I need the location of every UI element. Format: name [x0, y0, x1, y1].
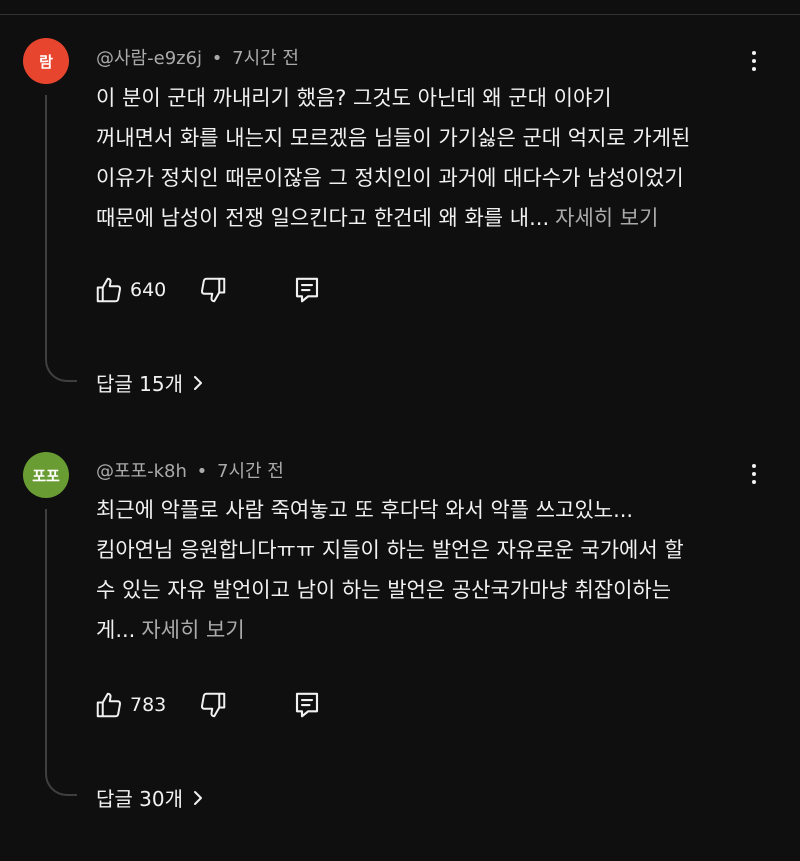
- comment-line: 게...: [96, 618, 136, 642]
- thumbs-down-icon: [201, 692, 226, 718]
- avatar-initial: 람: [39, 52, 53, 71]
- dislike-button[interactable]: [198, 690, 228, 720]
- author-handle[interactable]: @포포-k8h: [96, 461, 187, 482]
- chevron-right-icon: [194, 790, 203, 805]
- comment-actions: 783: [94, 688, 322, 722]
- comment-line: 킴아연님 응원합니다ㅠㅠ 지들이 하는 발언은 자유로운 국가에서 할: [96, 538, 684, 562]
- avatar[interactable]: 람: [23, 38, 69, 84]
- comment-reply-icon: [296, 277, 319, 303]
- comment-line: 최근에 악플로 사람 죽여놓고 또 후다닥 와서 악플 쓰고있노...: [96, 498, 634, 522]
- thumbs-down-icon: [201, 277, 226, 303]
- dislike-button[interactable]: [198, 275, 228, 305]
- read-more-link[interactable]: 자세히 보기: [555, 206, 658, 230]
- comment-line: 이 분이 군대 까내리기 했음? 그것도 아닌데 왜 군대 이야기: [96, 86, 612, 110]
- like-button[interactable]: 783: [94, 690, 166, 720]
- avatar[interactable]: 포포: [23, 452, 69, 498]
- comment-line: 수 있는 자유 발언이고 남이 하는 발언은 공산국가마냥 취잡이하는: [96, 578, 672, 602]
- comment-line: 때문에 남성이 전쟁 일으킨다고 한건데 왜 화를 내...: [96, 206, 550, 230]
- thread-line: [45, 509, 77, 796]
- more-vertical-icon: [752, 464, 756, 468]
- comment-line-last: 게... 자세히 보기: [96, 610, 746, 650]
- like-count: 640: [130, 279, 167, 301]
- timestamp[interactable]: 7시간 전: [232, 48, 299, 69]
- view-replies-button[interactable]: 답글 30개: [96, 783, 205, 812]
- avatar-initial: 포포: [32, 466, 60, 485]
- more-options-button[interactable]: [744, 46, 764, 76]
- more-options-button[interactable]: [744, 459, 764, 489]
- comment-text: 최근에 악플로 사람 죽여놓고 또 후다닥 와서 악플 쓰고있노... 킴아연님…: [96, 490, 746, 650]
- more-vertical-icon: [752, 51, 756, 55]
- reply-button[interactable]: [292, 275, 322, 305]
- reply-button[interactable]: [292, 690, 322, 720]
- replies-count-label: 답글 30개: [96, 787, 184, 811]
- read-more-link[interactable]: 자세히 보기: [141, 618, 244, 642]
- comment-line: 이유가 정치인 때문이잖음 그 정치인이 과거에 대다수가 남성이었기: [96, 166, 684, 190]
- meta-separator: •: [196, 461, 208, 482]
- more-vertical-icon: [752, 480, 756, 484]
- view-replies-button[interactable]: 답글 15개: [96, 368, 205, 397]
- thumbs-up-icon: [96, 692, 122, 718]
- meta-separator: •: [211, 48, 223, 69]
- replies-count-label: 답글 15개: [96, 372, 184, 396]
- like-count: 783: [130, 694, 167, 716]
- comment-meta: @사람-e9z6j • 7시간 전: [96, 44, 299, 70]
- comment-actions: 640: [94, 273, 322, 307]
- more-vertical-icon: [752, 67, 756, 71]
- like-button[interactable]: 640: [94, 275, 166, 305]
- thread-line: [45, 95, 77, 382]
- comment-meta: @포포-k8h • 7시간 전: [96, 457, 284, 483]
- comment-line-last: 때문에 남성이 전쟁 일으킨다고 한건데 왜 화를 내... 자세히 보기: [96, 198, 746, 238]
- comment-text: 이 분이 군대 까내리기 했음? 그것도 아닌데 왜 군대 이야기 꺼내면서 화…: [96, 78, 746, 238]
- chevron-right-icon: [194, 375, 203, 390]
- timestamp[interactable]: 7시간 전: [217, 461, 284, 482]
- more-vertical-icon: [752, 59, 756, 63]
- comment-reply-icon: [296, 692, 319, 718]
- top-divider: [0, 14, 800, 15]
- author-handle[interactable]: @사람-e9z6j: [96, 48, 202, 69]
- comment-line: 꺼내면서 화를 내는지 모르겠음 님들이 가기싫은 군대 억지로 가게된: [96, 126, 691, 150]
- more-vertical-icon: [752, 472, 756, 476]
- thumbs-up-icon: [96, 277, 122, 303]
